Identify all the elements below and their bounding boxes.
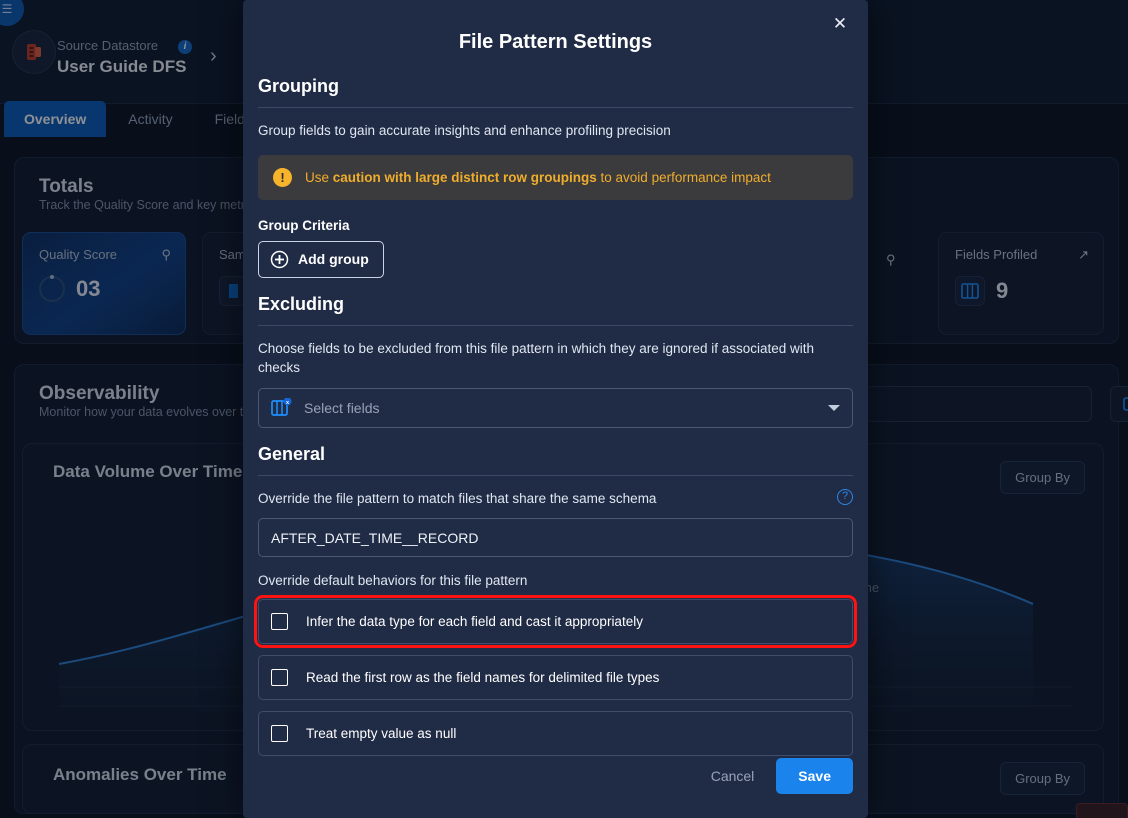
plus-circle-icon bbox=[270, 250, 289, 269]
section-heading-excluding: Excluding bbox=[258, 293, 345, 314]
modal-body: Grouping Group fields to gain accurate i… bbox=[254, 76, 857, 757]
exclude-fields-select[interactable]: x Select fields bbox=[258, 387, 853, 428]
divider bbox=[258, 474, 853, 476]
checkbox-infer-data-type[interactable] bbox=[271, 613, 288, 631]
cancel-button[interactable]: Cancel bbox=[707, 760, 759, 792]
section-heading-general: General bbox=[258, 443, 326, 464]
override-behaviors-label: Override default behaviors for this file… bbox=[258, 573, 528, 589]
chevron-down-icon[interactable] bbox=[828, 404, 840, 411]
grouping-description: Group fields to gain accurate insights a… bbox=[258, 123, 671, 138]
excluding-description: Choose fields to be excluded from this f… bbox=[258, 340, 815, 376]
divider bbox=[258, 324, 853, 326]
group-criteria-label: Group Criteria bbox=[258, 217, 350, 233]
exclude-fields-placeholder: Select fields bbox=[304, 399, 380, 416]
checkbox-row-empty-as-null[interactable]: Treat empty value as null bbox=[258, 711, 853, 757]
checkbox-first-row-headers[interactable] bbox=[271, 669, 288, 687]
override-pattern-label: Override the file pattern to match files… bbox=[258, 490, 657, 506]
modal-footer: Cancel Save bbox=[258, 758, 853, 794]
warning-suffix: to avoid performance impact bbox=[596, 169, 771, 185]
modal-title: File Pattern Settings bbox=[458, 31, 653, 53]
add-group-button[interactable]: Add group bbox=[258, 240, 384, 278]
section-heading-grouping: Grouping bbox=[258, 76, 339, 96]
checkbox-label: Infer the data type for each field and c… bbox=[306, 614, 643, 630]
warning-bold: caution with large distinct row grouping… bbox=[332, 169, 597, 185]
grouping-warning-text: Use caution with large distinct row grou… bbox=[305, 170, 771, 185]
alert-icon: ! bbox=[273, 167, 292, 187]
grouping-warning-banner: ! Use caution with large distinct row gr… bbox=[258, 154, 853, 200]
checkbox-label: Read the first row as the field names fo… bbox=[306, 670, 660, 686]
help-circle-icon[interactable]: ? bbox=[837, 488, 853, 505]
file-pattern-input[interactable] bbox=[258, 518, 853, 558]
save-button[interactable]: Save bbox=[776, 758, 853, 794]
checkbox-label: Treat empty value as null bbox=[306, 726, 457, 742]
divider bbox=[258, 107, 853, 108]
columns-exclude-icon: x bbox=[271, 397, 293, 418]
warning-prefix: Use bbox=[305, 169, 333, 185]
checkbox-empty-as-null[interactable] bbox=[271, 725, 288, 743]
checkbox-row-first-row-headers[interactable]: Read the first row as the field names fo… bbox=[258, 655, 853, 701]
add-group-label: Add group bbox=[298, 251, 369, 268]
file-pattern-settings-modal: ✕ File Pattern Settings Grouping Group f… bbox=[243, 0, 868, 818]
checkbox-row-infer-data-type[interactable]: Infer the data type for each field and c… bbox=[254, 595, 857, 649]
